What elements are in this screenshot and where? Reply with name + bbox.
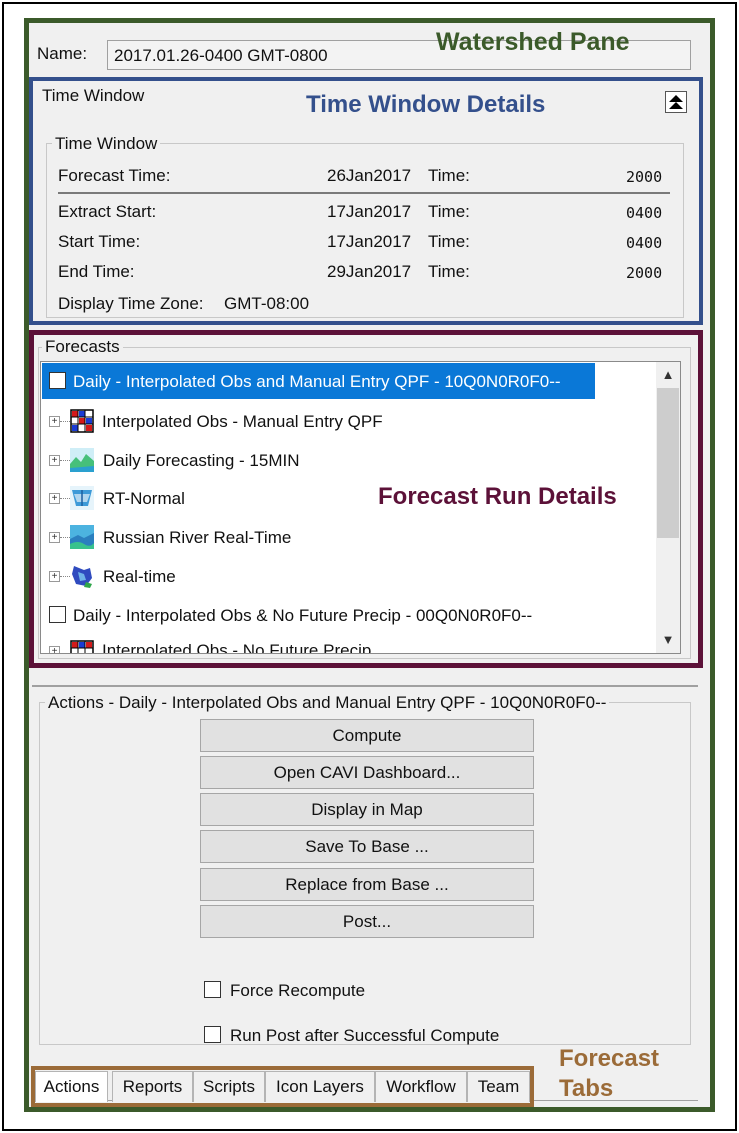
replace-from-base-button[interactable]: Replace from Base ...: [200, 868, 534, 901]
forecasts-label: Forecasts: [42, 337, 123, 357]
collapse-button[interactable]: [665, 91, 687, 113]
run-checkbox[interactable]: [49, 606, 66, 623]
force-recompute-label[interactable]: Force Recompute: [230, 981, 365, 1001]
start-time-label: Start Time:: [58, 232, 141, 251]
time-window-annotation: Time Window Details: [306, 91, 546, 118]
tree-item-label[interactable]: Daily Forecasting - 15MIN: [103, 451, 300, 471]
extract-start-date[interactable]: 17Jan2017: [327, 202, 411, 222]
name-label: Name:: [37, 44, 88, 63]
scroll-down-icon[interactable]: ▼: [656, 628, 680, 652]
forecast-run-label[interactable]: Daily - Interpolated Obs & No Future Pre…: [73, 606, 532, 626]
expand-icon[interactable]: +: [49, 493, 60, 504]
forecast-date[interactable]: 26Jan2017: [327, 166, 411, 186]
start-date[interactable]: 17Jan2017: [327, 232, 411, 252]
expand-icon[interactable]: +: [49, 646, 60, 653]
run-post-label[interactable]: Run Post after Successful Compute: [230, 1026, 499, 1046]
expand-icon[interactable]: +: [49, 455, 60, 466]
basin-icon: [70, 486, 94, 510]
scroll-up-icon[interactable]: ▲: [656, 363, 680, 387]
end-time-label: End Time:: [58, 262, 135, 281]
forecast-tabs-annotation-line1: Forecast: [559, 1045, 660, 1072]
forecast-tabs-annotation-line2: Tabs: [559, 1075, 614, 1102]
tree-item-label[interactable]: Interpolated Obs - Manual Entry QPF: [102, 412, 383, 432]
run-post-checkbox[interactable]: [204, 1026, 221, 1043]
expand-icon[interactable]: +: [49, 571, 60, 582]
time-window-title: Time Window: [42, 86, 145, 105]
landscape-icon: [70, 448, 94, 472]
compute-button[interactable]: Compute: [200, 719, 534, 752]
actions-group-label: Actions - Daily - Interpolated Obs and M…: [45, 693, 610, 713]
open-cavi-dashboard-button[interactable]: Open CAVI Dashboard...: [200, 756, 534, 789]
save-to-base-button[interactable]: Save To Base ...: [200, 830, 534, 863]
force-recompute-checkbox[interactable]: [204, 981, 221, 998]
end-date[interactable]: 29Jan2017: [327, 262, 411, 282]
tree-connector: [60, 576, 70, 577]
display-time-zone-value: GMT-08:00: [224, 294, 310, 313]
post-button[interactable]: Post...: [200, 905, 534, 938]
time-label: Time:: [428, 262, 470, 281]
time-label: Time:: [428, 202, 470, 221]
forecast-run-label[interactable]: Daily - Interpolated Obs and Manual Entr…: [73, 372, 561, 392]
tree-item-label[interactable]: Interpolated Obs - No Future Precip: [102, 641, 371, 653]
display-in-map-button[interactable]: Display in Map: [200, 793, 534, 826]
tree-item-label[interactable]: Russian River Real-Time: [103, 528, 291, 548]
tree-item-label[interactable]: RT-Normal: [103, 489, 185, 509]
forecast-tabs-highlight: [31, 1066, 534, 1107]
end-time-value[interactable]: 2000: [626, 264, 662, 282]
separator: [58, 192, 670, 194]
forecast-run-annotation: Forecast Run Details: [378, 483, 617, 510]
grid-icon: [70, 640, 94, 653]
forecast-time-label: Forecast Time:: [58, 166, 171, 185]
expand-icon[interactable]: +: [49, 532, 60, 543]
tree-connector: [60, 460, 70, 461]
collapse-up-icon: [669, 95, 683, 109]
grid-icon: [70, 409, 94, 433]
tree-row-clipped[interactable]: + Interpolated Obs - No Future Precip: [42, 640, 654, 653]
tree-connector: [60, 421, 70, 422]
river-icon: [70, 525, 94, 549]
map-icon: [70, 564, 94, 588]
extract-start-time[interactable]: 0400: [626, 204, 662, 222]
start-time-value[interactable]: 0400: [626, 234, 662, 252]
extract-start-label: Extract Start:: [58, 202, 157, 221]
scrollbar-thumb[interactable]: [657, 388, 679, 538]
time-label: Time:: [428, 166, 470, 185]
tree-connector: [60, 498, 70, 499]
time-window-group-label: Time Window: [52, 134, 161, 154]
tree-item-label[interactable]: Real-time: [103, 567, 176, 587]
actions-separator: [32, 685, 698, 687]
time-label: Time:: [428, 232, 470, 251]
forecast-time-value[interactable]: 2000: [626, 168, 662, 186]
display-time-zone-label: Display Time Zone:: [58, 294, 204, 313]
tree-connector: [60, 537, 70, 538]
run-checkbox[interactable]: [49, 372, 66, 389]
expand-icon[interactable]: +: [49, 416, 60, 427]
watershed-pane-annotation: Watershed Pane: [436, 28, 630, 56]
